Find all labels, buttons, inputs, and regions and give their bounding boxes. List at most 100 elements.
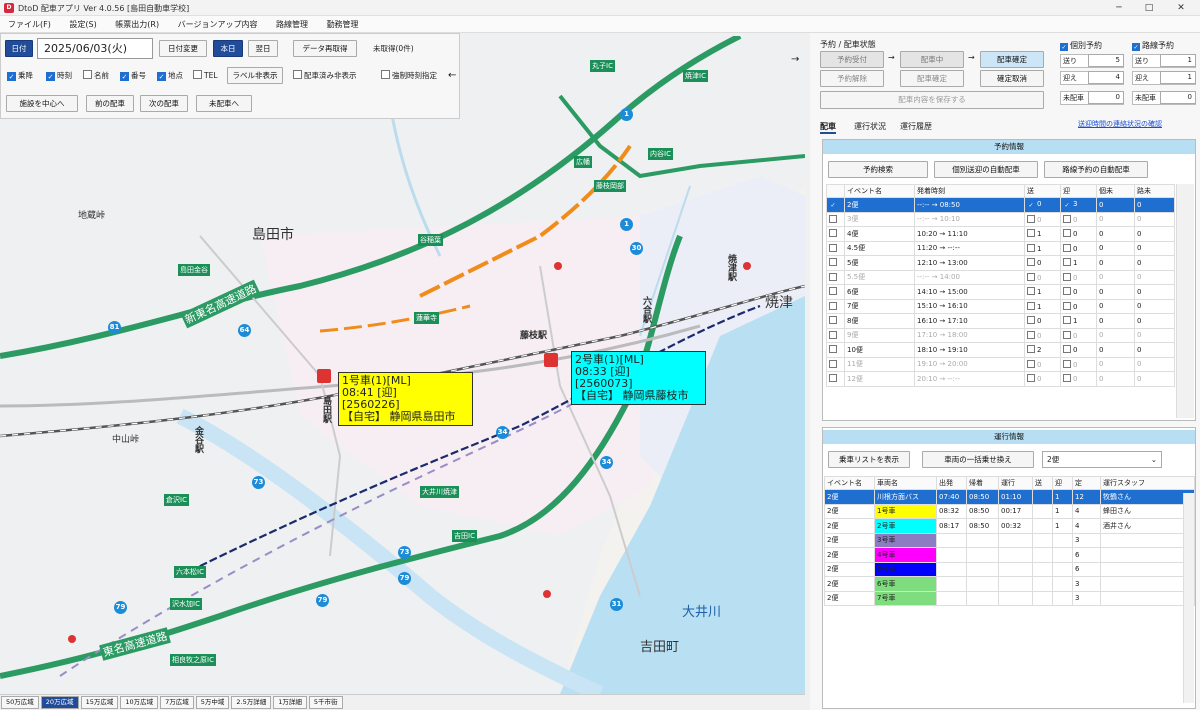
prev-dispatch-button[interactable]: 前の配車: [86, 95, 134, 112]
reservation-row[interactable]: 5便 12:10 → 13:00 0 1 0 0: [826, 255, 1175, 271]
checkbox-icon[interactable]: [1027, 229, 1035, 238]
checkbox-number[interactable]: ✓ 番号: [120, 69, 146, 83]
center-facility-button[interactable]: 施設を中心へ: [6, 95, 78, 112]
checkbox-icon[interactable]: [1027, 345, 1035, 354]
checkbox-name[interactable]: 名前: [83, 69, 109, 83]
reservation-row[interactable]: 4便 10:20 → 11:10 1 0 0 0: [826, 226, 1175, 242]
op-col-capacity[interactable]: 定: [1072, 476, 1101, 490]
checkbox-icon[interactable]: [1027, 272, 1035, 281]
close-icon[interactable]: ✕: [1170, 2, 1192, 14]
checkbox-icon[interactable]: [1027, 330, 1035, 339]
reservation-row[interactable]: 8便 16:10 → 17:10 0 1 0 0: [826, 313, 1175, 329]
scale-tab[interactable]: 50万広域: [1, 696, 39, 709]
reservation-scrollbar[interactable]: [1176, 184, 1194, 418]
collapse-toolbar-icon[interactable]: ←: [448, 70, 456, 81]
operation-scrollbar[interactable]: [1183, 493, 1194, 703]
checkbox-icon[interactable]: [1027, 243, 1035, 252]
vehicle-popup-2[interactable]: 2号車(1)[ML] 08:33 [迎] [2560073] 【自宅】 静岡県藤…: [571, 351, 706, 405]
res-row-checkbox[interactable]: [826, 284, 845, 300]
operation-row[interactable]: 2便 3号車 3: [824, 532, 1195, 548]
scale-tab[interactable]: 5千市街: [308, 696, 343, 709]
operation-row[interactable]: 2便 2号車 08:17 08:50 00:32 1 4 酒井さん: [824, 518, 1195, 534]
op-col-run[interactable]: 運行: [998, 476, 1033, 490]
checkbox-icon[interactable]: [1063, 229, 1071, 238]
res-row-checkbox[interactable]: [826, 313, 845, 329]
menu-settings[interactable]: 設定(S): [61, 16, 104, 30]
event-select[interactable]: 2便 ⌄: [1042, 451, 1162, 468]
checkbox-icon[interactable]: ✓: [1027, 201, 1035, 210]
operation-row[interactable]: 2便 7号車 3: [824, 590, 1195, 606]
res-row-checkbox[interactable]: [826, 298, 845, 314]
date-field[interactable]: 2025/06/03(火): [37, 38, 153, 59]
bulk-transfer-button[interactable]: 車両の一括乗せ換え: [922, 451, 1034, 468]
scale-tab[interactable]: 1万詳細: [273, 696, 307, 709]
reservation-row[interactable]: 10便 18:10 → 19:10 2 0 0 0: [826, 342, 1175, 358]
reservation-row[interactable]: 9便 17:10 → 18:00 0 0 0 0: [826, 327, 1175, 343]
checkbox-icon[interactable]: [1027, 316, 1035, 325]
scale-tab[interactable]: 7万広域: [160, 696, 194, 709]
op-col-recv[interactable]: 迎: [1052, 476, 1073, 490]
checkbox-icon[interactable]: [1027, 258, 1035, 267]
res-row-checkbox[interactable]: [826, 255, 845, 271]
flow-reservation[interactable]: 予約受付: [820, 51, 884, 68]
tab-status[interactable]: 運行状況: [854, 121, 886, 132]
res-row-checkbox[interactable]: [826, 240, 845, 256]
checkbox-icon[interactable]: [1063, 301, 1071, 310]
checkbox-time[interactable]: ✓ 時刻: [46, 69, 72, 83]
date-change-button[interactable]: 日付変更: [159, 40, 207, 57]
res-col-route-undispatched[interactable]: 路未: [1134, 184, 1175, 198]
flow-dispatching[interactable]: 配車中: [900, 51, 964, 68]
auto-dispatch-individual-button[interactable]: 個別送迎の自動配車: [934, 161, 1038, 178]
cancel-confirm-button[interactable]: 確定取消: [980, 70, 1044, 87]
checkbox-location[interactable]: ✓ 地点: [157, 69, 183, 83]
checkbox-icon[interactable]: [1063, 214, 1071, 223]
checkbox-icon[interactable]: [1063, 316, 1071, 325]
next-day-button[interactable]: 翌日: [248, 40, 278, 57]
menu-work[interactable]: 勤務管理: [319, 16, 367, 30]
checkbox-icon[interactable]: [1063, 243, 1071, 252]
operation-row[interactable]: 2便 5号車 6: [824, 561, 1195, 577]
res-row-checkbox[interactable]: [826, 269, 845, 285]
menu-routes[interactable]: 路線管理: [268, 16, 316, 30]
checkbox-icon[interactable]: [1063, 374, 1071, 383]
op-col-event[interactable]: イベント名: [824, 476, 875, 490]
reservation-search-button[interactable]: 予約検索: [828, 161, 928, 178]
res-row-checkbox[interactable]: ✓: [826, 197, 845, 213]
checkbox-icon[interactable]: [1063, 345, 1071, 354]
scale-tab[interactable]: 2.5万詳細: [231, 696, 272, 709]
menu-version[interactable]: バージョンアップ内容: [170, 16, 266, 30]
auto-dispatch-route-button[interactable]: 路線予約の自動配車: [1044, 161, 1148, 178]
res-col-recv[interactable]: 迎: [1060, 184, 1097, 198]
res-row-checkbox[interactable]: [826, 226, 845, 242]
reservation-row[interactable]: ✓ 2便 --:-- → 08:50 ✓ 0 ✓ 3 0 0: [826, 197, 1175, 213]
checkbox-icon[interactable]: [1063, 287, 1071, 296]
minimize-icon[interactable]: ─: [1108, 2, 1130, 14]
res-row-checkbox[interactable]: [826, 211, 845, 227]
checkbox-icon[interactable]: [1027, 287, 1035, 296]
scale-tab[interactable]: 15万広域: [80, 696, 119, 709]
flow-confirmed[interactable]: 配車確定: [980, 51, 1044, 68]
menu-file[interactable]: ファイル(F): [0, 16, 59, 30]
maximize-icon[interactable]: □: [1138, 2, 1160, 14]
reservation-row[interactable]: 6便 14:10 → 15:00 1 0 0 0: [826, 284, 1175, 300]
scale-tab-selected[interactable]: 20万広域: [40, 696, 79, 709]
undispatched-button[interactable]: 未配車へ: [196, 95, 252, 112]
confirm-dispatch-button[interactable]: 配車確定: [900, 70, 964, 87]
scale-tab[interactable]: 5万中域: [195, 696, 230, 709]
date-label-button[interactable]: 日付: [5, 40, 33, 57]
reservation-row[interactable]: 5.5便 --:-- → 14:00 0 0 0 0: [826, 269, 1175, 285]
passenger-list-button[interactable]: 乗車リストを表示: [828, 451, 910, 468]
release-reservation-button[interactable]: 予約解除: [820, 70, 884, 87]
checkbox-icon[interactable]: [1063, 359, 1071, 368]
expand-right-icon[interactable]: →: [791, 54, 799, 65]
checkbox-icon[interactable]: [1027, 301, 1035, 310]
res-col-ind-undispatched[interactable]: 個未: [1096, 184, 1135, 198]
checkbox-icon[interactable]: [1027, 359, 1035, 368]
operation-row[interactable]: 2便 1号車 08:32 08:50 00:17 1 4 蜂田さん: [824, 503, 1195, 519]
tab-history[interactable]: 運行履歴: [900, 121, 932, 132]
reservation-row[interactable]: 12便 20:10 → --:-- 0 0 0 0: [826, 371, 1175, 387]
next-dispatch-button[interactable]: 次の配車: [140, 95, 188, 112]
checkbox-force-time[interactable]: 強制時刻指定: [381, 69, 437, 83]
operation-row[interactable]: 2便 川根方面バス 07:40 08:50 01:10 1 12 牧鶴さん: [824, 489, 1195, 505]
op-col-send[interactable]: 送: [1032, 476, 1053, 490]
